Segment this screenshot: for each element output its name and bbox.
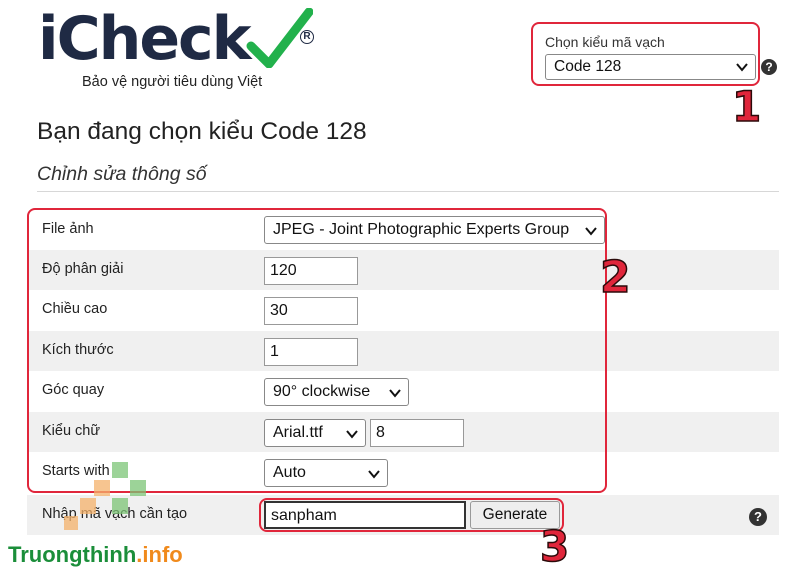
barcode-type-select[interactable]: Code 128 xyxy=(545,54,756,80)
icheck-logo: iCheck R Bảo vệ người tiêu dùng Việt xyxy=(38,4,314,94)
page-title: Bạn đang chọn kiểu Code 128 xyxy=(37,118,367,145)
chevron-down-icon xyxy=(736,63,748,72)
watermark-text: Truongthinh.info xyxy=(8,542,183,568)
annotation-number-1: 1 xyxy=(731,81,762,132)
watermark-part1: Truongthinh xyxy=(8,542,137,567)
barcode-type-label: Chọn kiểu mã vạch xyxy=(545,34,665,50)
barcode-type-value: Code 128 xyxy=(554,58,622,75)
divider xyxy=(37,191,779,192)
annotation-number-2: 2 xyxy=(599,251,631,304)
help-icon[interactable]: ? xyxy=(749,508,767,526)
annotation-box-3 xyxy=(259,498,564,532)
logo-wordmark: iCheck xyxy=(38,4,251,74)
annotation-number-3: 3 xyxy=(539,521,570,569)
logo-tagline: Bảo vệ người tiêu dùng Việt xyxy=(82,74,263,90)
registered-icon: R xyxy=(300,30,314,44)
help-icon[interactable]: ? xyxy=(761,59,777,75)
watermark-part2: .info xyxy=(136,542,183,567)
watermark-logo-icon xyxy=(64,462,146,530)
annotation-box-2 xyxy=(27,208,607,493)
section-subtitle: Chỉnh sửa thông số xyxy=(37,163,207,185)
